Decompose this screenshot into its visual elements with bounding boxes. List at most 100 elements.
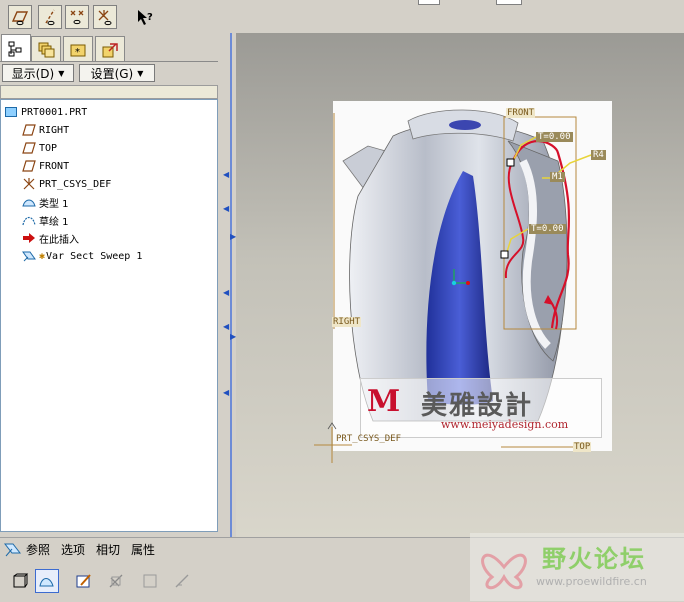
tree-item-front[interactable]: FRONT xyxy=(21,157,69,175)
tree-item-top[interactable]: TOP xyxy=(21,139,57,157)
csys-icon xyxy=(21,177,37,191)
show-dropdown[interactable]: 显示(D) ▼ xyxy=(2,64,74,82)
top-plane-label[interactable]: TOP xyxy=(573,442,592,452)
tree-item-label: RIGHT xyxy=(39,124,70,136)
sash-arrow-icon[interactable]: ◀ xyxy=(223,388,229,397)
thicken-icon xyxy=(143,574,157,588)
tab-properties[interactable]: 属性 xyxy=(131,541,155,558)
tree-root[interactable]: PRT0001.PRT xyxy=(3,103,87,121)
watermark-site-url: www.proewildfire.cn xyxy=(536,575,647,588)
axis-eye-icon xyxy=(45,9,55,26)
toolbar-stub-1[interactable] xyxy=(418,0,440,5)
model-tree-tab[interactable] xyxy=(1,34,31,62)
favorites-folder-icon: * xyxy=(70,44,86,58)
context-help-icon: ? xyxy=(138,10,153,25)
sketch-section-icon xyxy=(76,574,91,588)
tree-item-label: Var Sect Sweep 1 xyxy=(46,250,143,262)
top-toolbar: ? xyxy=(0,0,684,33)
front-plane-label[interactable]: FRONT xyxy=(506,108,536,118)
graphics-window[interactable]: M 美雅設計 www.meiyadesign.com FRONT RIGHT T… xyxy=(236,33,684,537)
navigator-sash[interactable]: ◀ ◀ ▶ ◀ ◀ ▶ ◀ xyxy=(220,33,236,537)
tree-item-insert-here[interactable]: 在此插入 xyxy=(21,229,79,247)
trim-button[interactable] xyxy=(170,569,194,593)
tab-options[interactable]: 选项 xyxy=(61,541,85,558)
tab-tangency[interactable]: 相切 xyxy=(96,541,120,558)
tree-column-header xyxy=(0,85,218,99)
insert-here-arrow-icon xyxy=(21,231,37,245)
sash-line xyxy=(230,33,232,537)
layer-tree-tab[interactable] xyxy=(31,36,61,62)
solid-icon xyxy=(13,573,29,588)
show-dropdown-label: 显示(D) xyxy=(11,66,55,81)
tree-item-label: PRT_CSYS_DEF xyxy=(39,178,112,190)
model-tree: PRT0001.PRT RIGHT TOP FRONT PRT_CSYS_DEF… xyxy=(0,99,218,532)
datum-plane-icon xyxy=(21,141,37,155)
sash-arrow-icon[interactable]: ◀ xyxy=(223,204,229,213)
var-sect-sweep-icon xyxy=(21,249,37,263)
sketch-section-button[interactable] xyxy=(72,569,96,593)
tree-root-label: PRT0001.PRT xyxy=(21,106,88,118)
csys-display-toggle[interactable] xyxy=(93,5,117,29)
csys-eye-icon xyxy=(98,10,112,26)
layers-icon xyxy=(38,42,55,57)
m1-label[interactable]: M1 xyxy=(550,172,565,182)
datum-overlay xyxy=(314,113,592,463)
dashboard-feature-icon xyxy=(3,540,23,558)
svg-text:*: * xyxy=(75,47,80,58)
connections-icon xyxy=(102,42,118,57)
plane-eye-icon xyxy=(11,11,29,26)
tree-item-label: 在此插入 xyxy=(39,234,79,246)
axis-display-toggle[interactable] xyxy=(38,5,62,29)
surface-icon xyxy=(39,578,54,587)
settings-dropdown[interactable]: 设置(G) ▼ xyxy=(79,64,155,82)
remove-material-icon xyxy=(109,574,123,588)
part-icon xyxy=(3,105,19,119)
chevron-down-icon: ▼ xyxy=(137,68,144,78)
triad-center xyxy=(451,280,457,286)
sash-arrow-icon[interactable]: ◀ xyxy=(223,322,229,331)
point-display-toggle[interactable] xyxy=(65,5,89,29)
front-datum-plane[interactable] xyxy=(503,116,577,330)
style-feature-icon xyxy=(21,195,37,209)
start-point-handle[interactable] xyxy=(506,158,515,167)
plane-display-toggle[interactable] xyxy=(8,5,32,29)
tab-references[interactable]: 参照 xyxy=(26,541,50,558)
tree-item-label: 草绘 1 xyxy=(39,216,69,228)
favorites-tab[interactable]: * xyxy=(63,36,93,62)
thicken-button[interactable] xyxy=(138,569,162,593)
solid-button[interactable] xyxy=(8,569,32,593)
connections-tab[interactable] xyxy=(95,36,125,62)
toolbar-stub-2[interactable] xyxy=(496,0,522,5)
svg-text:?: ? xyxy=(147,12,153,23)
context-help-button[interactable]: ? xyxy=(136,8,156,28)
tree-item-var-sect-sweep[interactable]: ✱ Var Sect Sweep 1 xyxy=(21,247,142,265)
leader-line xyxy=(505,228,529,256)
tree-item-label: FRONT xyxy=(39,160,70,172)
nav-tab-baseline xyxy=(0,61,218,62)
tree-item-style[interactable]: 类型 1 xyxy=(21,193,69,211)
surface-button[interactable] xyxy=(35,569,59,593)
r4-label[interactable]: R4 xyxy=(591,150,606,160)
point-eye-icon xyxy=(70,10,84,25)
triad-point xyxy=(466,281,470,285)
datum-plane-icon xyxy=(21,159,37,173)
mid-point-handle[interactable] xyxy=(500,250,509,259)
sash-arrow-icon[interactable]: ◀ xyxy=(223,170,229,179)
right-plane-label[interactable]: RIGHT xyxy=(332,317,362,327)
tree-item-sketch[interactable]: 草绘 1 xyxy=(21,211,69,229)
origin-trajectory[interactable] xyxy=(504,162,525,279)
model-tree-icon xyxy=(8,41,22,56)
remove-material-button[interactable] xyxy=(104,569,128,593)
under-construction-star-icon: ✱ xyxy=(39,250,46,262)
outer-trajectory[interactable] xyxy=(510,140,571,329)
sash-arrow-icon[interactable]: ◀ xyxy=(223,288,229,297)
t-param-label[interactable]: T=0.00 xyxy=(529,224,566,234)
t-param-label[interactable]: T=0.00 xyxy=(536,132,573,142)
chevron-down-icon: ▼ xyxy=(58,68,65,78)
csys-label[interactable]: PRT_CSYS_DEF xyxy=(336,434,401,444)
tree-item-right[interactable]: RIGHT xyxy=(21,121,69,139)
settings-dropdown-label: 设置(G) xyxy=(90,66,134,81)
tree-item-label: TOP xyxy=(39,142,58,154)
tree-item-csys[interactable]: PRT_CSYS_DEF xyxy=(21,175,111,193)
view-triad xyxy=(453,269,466,284)
